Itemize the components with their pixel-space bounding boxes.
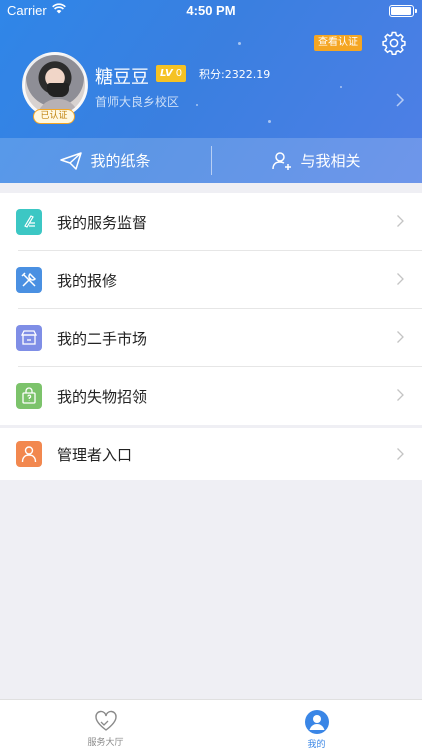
menu-item-second-hand-market[interactable]: 我的二手市场 xyxy=(0,309,422,367)
tab-related-label: 与我相关 xyxy=(300,152,361,170)
battery-icon xyxy=(389,5,417,17)
bottom-navigation: 服务大厅 我的 xyxy=(0,699,422,750)
chevron-right-icon xyxy=(397,448,404,460)
top-tabs: 我的纸条 与我相关 xyxy=(0,138,422,183)
profile-icon xyxy=(304,710,329,734)
sparkle xyxy=(268,120,271,123)
level-prefix: LV xyxy=(160,68,173,79)
sparkle xyxy=(196,104,198,106)
menu-admin: 管理者入口 xyxy=(0,428,422,480)
market-icon xyxy=(16,325,42,351)
chevron-right-icon xyxy=(397,331,404,343)
menu-item-service-supervision[interactable]: 我的服务监督 xyxy=(0,193,422,251)
nav-mine[interactable]: 我的 xyxy=(211,700,422,750)
points-label: 积分:2322.19 xyxy=(199,68,271,81)
tab-my-notes[interactable]: 我的纸条 xyxy=(0,138,211,183)
level-value: 0 xyxy=(175,68,183,79)
chevron-right-icon xyxy=(397,215,404,227)
nav-service-hall[interactable]: 服务大厅 xyxy=(0,700,211,750)
clock: 4:50 PM xyxy=(186,3,236,18)
paper-plane-icon xyxy=(60,151,83,170)
pen-note-icon xyxy=(16,209,42,235)
user-related-icon xyxy=(272,151,292,170)
sparkle xyxy=(238,42,241,45)
menu-item-lost-and-found[interactable]: 我的失物招领 xyxy=(0,367,422,425)
admin-person-icon xyxy=(16,441,42,467)
lost-found-bag-icon xyxy=(16,383,42,409)
tab-related-to-me[interactable]: 与我相关 xyxy=(211,138,422,183)
tab-divider xyxy=(211,146,212,175)
nav-service-hall-label: 服务大厅 xyxy=(87,738,124,748)
menu-label: 我的失物招领 xyxy=(57,387,148,406)
gear-icon[interactable] xyxy=(381,30,407,56)
menu-label: 我的报修 xyxy=(57,271,118,290)
avatar[interactable]: 已认证 xyxy=(22,52,88,124)
verified-badge: 已认证 xyxy=(33,109,75,124)
menu-label: 管理者入口 xyxy=(57,445,133,464)
menu-item-admin-entry[interactable]: 管理者入口 xyxy=(0,428,422,480)
menu-item-repairs[interactable]: 我的报修 xyxy=(0,251,422,309)
menu-main: 我的服务监督 我的报修 我的二手市场 我的失物招领 xyxy=(0,193,422,425)
status-bar: Carrier 4:50 PM xyxy=(0,0,422,22)
menu-label: 我的服务监督 xyxy=(57,213,148,232)
chevron-right-icon xyxy=(397,389,404,401)
chevron-right-icon xyxy=(397,273,404,285)
nav-mine-label: 我的 xyxy=(307,740,326,750)
campus-label: 首师大良乡校区 xyxy=(95,95,180,109)
username: 糖豆豆 xyxy=(95,67,149,88)
profile-header: Carrier 4:50 PM 查看认证 已认证 糖豆豆 LV 0 积分:2322… xyxy=(0,0,422,183)
menu-label: 我的二手市场 xyxy=(57,329,148,348)
chevron-right-icon[interactable] xyxy=(394,92,406,108)
heart-hands-icon xyxy=(94,710,117,731)
level-badge: LV 0 xyxy=(156,65,187,82)
tab-my-notes-label: 我的纸条 xyxy=(90,152,151,170)
repair-tools-icon xyxy=(16,267,42,293)
sparkle xyxy=(340,86,342,88)
view-verification-button[interactable]: 查看认证 xyxy=(314,35,362,51)
